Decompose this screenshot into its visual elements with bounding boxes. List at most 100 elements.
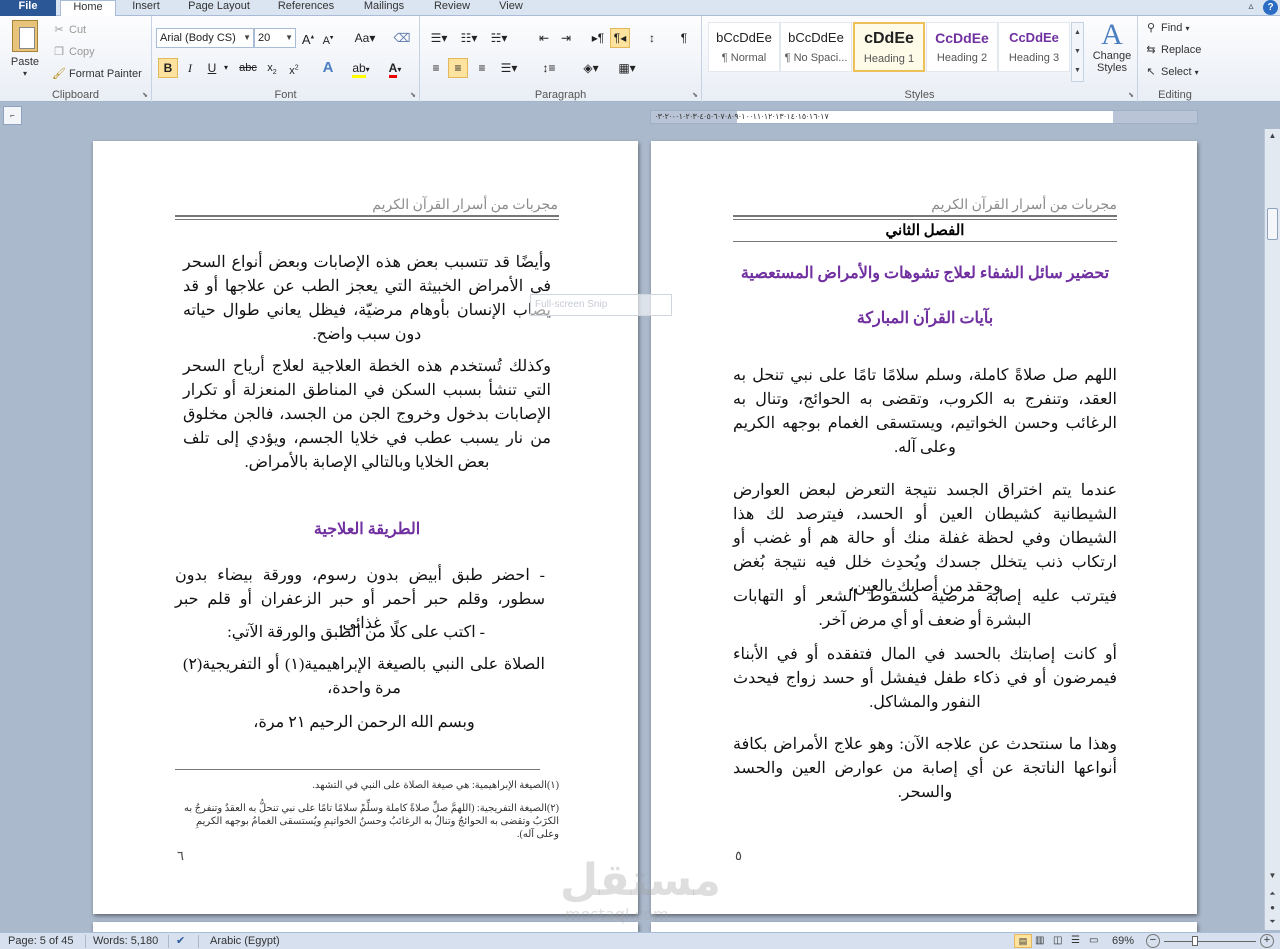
tab-review[interactable]: Review: [424, 0, 480, 16]
browse-object-icon[interactable]: ●: [1265, 901, 1280, 915]
tab-mailings[interactable]: Mailings: [352, 0, 416, 16]
word-count[interactable]: Words: 5,180: [93, 933, 158, 949]
web-layout-icon[interactable]: ◫: [1053, 933, 1062, 949]
borders-button[interactable]: ▦▾: [614, 58, 640, 78]
style-normal[interactable]: bCcDdEe ¶ Normal: [708, 22, 780, 72]
sort-icon: ↕: [649, 31, 655, 45]
style-heading-1[interactable]: cDdEe Heading 1: [853, 22, 925, 72]
paragraph-launcher-icon[interactable]: ⬊: [692, 91, 698, 99]
page-count[interactable]: Page: 5 of 45: [8, 933, 73, 949]
subscript-button[interactable]: x2: [262, 58, 282, 78]
grow-font-icon: A▴: [301, 32, 315, 48]
document-area: مجربات من أسرار القرآن الكريم وأيضًا قد …: [0, 129, 1264, 932]
justify-button[interactable]: ☰▾: [496, 58, 522, 78]
change-case-button[interactable]: Aa▾: [352, 28, 378, 48]
draft-icon[interactable]: ▭: [1089, 933, 1098, 949]
show-marks-button[interactable]: ¶: [674, 28, 694, 48]
select-button[interactable]: ↖ Select ▾: [1144, 64, 1198, 81]
font-color-button[interactable]: A▾: [382, 58, 408, 78]
shrink-font-button[interactable]: A▾: [318, 28, 338, 48]
zoom-slider[interactable]: [1164, 941, 1256, 942]
tab-selector-icon[interactable]: ⌐: [3, 106, 22, 125]
tab-page-layout[interactable]: Page Layout: [178, 0, 260, 16]
zoom-level[interactable]: 69%: [1112, 933, 1134, 949]
tab-file[interactable]: File: [0, 0, 56, 16]
footnote-separator: [175, 769, 540, 770]
style-heading-3[interactable]: CcDdEe Heading 3: [998, 22, 1070, 72]
scroll-thumb[interactable]: [1267, 208, 1278, 240]
chevron-down-icon: ▾: [223, 63, 228, 72]
scroll-down-icon[interactable]: ▼: [1265, 869, 1280, 883]
line-spacing-button[interactable]: ↕≡: [536, 58, 562, 78]
highlight-button[interactable]: ab▾: [348, 58, 374, 78]
font-name-combo[interactable]: Arial (Body CS) ▼: [156, 28, 254, 48]
italic-button[interactable]: I: [180, 58, 200, 78]
tab-insert[interactable]: Insert: [120, 0, 172, 16]
align-center-button[interactable]: ≡: [448, 58, 468, 78]
superscript-icon: x2: [289, 64, 299, 77]
ribbon-collapse-icon[interactable]: ▵: [1244, 0, 1258, 14]
style-preview: CcDdEe: [935, 30, 989, 46]
ltr-button[interactable]: ▸¶: [588, 28, 608, 48]
decrease-indent-button[interactable]: ⇤: [534, 28, 554, 48]
text-effects-button[interactable]: A: [318, 58, 338, 78]
align-right-button[interactable]: ≡: [472, 58, 492, 78]
style-heading-2[interactable]: CcDdEe Heading 2: [926, 22, 998, 72]
tab-view[interactable]: View: [488, 0, 534, 16]
outline-icon[interactable]: ☰: [1071, 933, 1080, 949]
page-6[interactable]: مجربات من أسرار القرآن الكريم وأيضًا قد …: [93, 141, 638, 914]
zoom-out-icon[interactable]: −: [1146, 934, 1160, 948]
find-button[interactable]: ⚲ Find ▾: [1144, 20, 1190, 37]
bullets-button[interactable]: ☰▾: [426, 28, 452, 48]
styles-gallery-scroller[interactable]: ▲ ▼ ▼: [1071, 22, 1084, 82]
horizontal-ruler[interactable]: ·١٧·١٦·١٥·١٤·١٣·١٢·١١·١٠·٩·٨·٧·٦·٥·٤·٣·٢…: [650, 110, 1198, 124]
tab-references[interactable]: References: [268, 0, 344, 16]
print-layout-icon[interactable]: ▤: [1014, 934, 1032, 948]
clear-formatting-button[interactable]: ⌫: [392, 28, 412, 48]
tab-home[interactable]: Home: [60, 0, 116, 17]
increase-indent-button[interactable]: ⇥: [556, 28, 576, 48]
sort-button[interactable]: ↕: [642, 28, 662, 48]
proofing-icon[interactable]: ✔: [176, 933, 185, 949]
zoom-slider-thumb[interactable]: [1192, 936, 1198, 946]
header-rule: [733, 219, 1117, 220]
help-icon[interactable]: ?: [1263, 0, 1278, 15]
replace-label: Replace: [1161, 44, 1202, 56]
page-number: ٦: [177, 848, 184, 863]
vertical-scrollbar[interactable]: ▲ ▼ ⏶ ● ⏷: [1264, 129, 1280, 930]
style-name: Heading 2: [936, 52, 988, 64]
replace-button[interactable]: ⇆ Replace: [1144, 42, 1201, 58]
multilevel-list-icon: ☵▾: [490, 31, 508, 45]
font-size-combo[interactable]: 20 ▼: [254, 28, 296, 48]
multilevel-list-button[interactable]: ☵▾: [486, 28, 512, 48]
change-styles-button[interactable]: A Change Styles: [1090, 20, 1134, 75]
zoom-in-icon[interactable]: +: [1260, 934, 1274, 948]
rtl-button[interactable]: ¶◂: [610, 28, 630, 48]
paste-button[interactable]: Paste ▾: [6, 20, 44, 78]
superscript-button[interactable]: x2: [284, 58, 304, 78]
clipboard-launcher-icon[interactable]: ⬊: [142, 91, 148, 99]
styles-launcher-icon[interactable]: ⬊: [1128, 91, 1134, 99]
underline-button[interactable]: U: [202, 58, 222, 78]
language-indicator[interactable]: Arabic (Egypt): [210, 933, 280, 949]
format-painter-button[interactable]: 🖌 Format Painter: [52, 66, 142, 82]
style-no-spacing[interactable]: bCcDdEe ¶ No Spaci...: [780, 22, 852, 72]
page-5[interactable]: مجربات من أسرار القرآن الكريم الفصل الثا…: [651, 141, 1197, 914]
binoculars-icon: ⚲: [1146, 22, 1156, 35]
align-left-button[interactable]: ≡: [426, 58, 446, 78]
scroll-up-icon[interactable]: ▲: [1265, 129, 1280, 143]
underline-dropdown[interactable]: ▾: [220, 58, 232, 78]
justify-icon: ☰▾: [500, 61, 518, 75]
cut-button[interactable]: ✂ Cut: [52, 22, 86, 38]
paragraph: وهذا ما سنتحدث عن علاجه الآن: وهو علاج ا…: [733, 736, 1117, 801]
copy-button[interactable]: ❐ Copy: [52, 44, 95, 60]
bold-button[interactable]: B: [158, 58, 178, 78]
shading-button[interactable]: ◈▾: [578, 58, 604, 78]
full-screen-reading-icon[interactable]: ▥: [1035, 933, 1044, 949]
grow-font-button[interactable]: A▴: [298, 28, 318, 48]
next-page-icon[interactable]: ⏷: [1265, 915, 1280, 929]
previous-page-icon[interactable]: ⏶: [1265, 887, 1280, 901]
numbering-button[interactable]: ☷▾: [456, 28, 482, 48]
font-launcher-icon[interactable]: ⬊: [410, 91, 416, 99]
strikethrough-button[interactable]: abc: [236, 58, 260, 78]
